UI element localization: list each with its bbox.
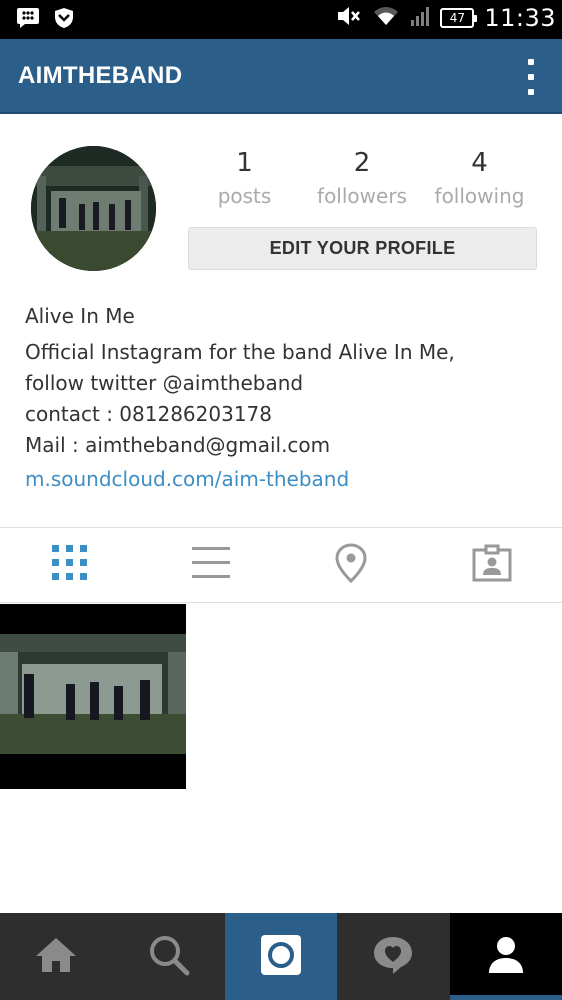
signal-icon — [410, 5, 430, 31]
bottom-navigation — [0, 913, 562, 1000]
bio-line: Official Instagram for the band Alive In… — [25, 340, 455, 364]
profile-stats: 1 posts 2 followers 4 following — [186, 148, 538, 208]
following-stat[interactable]: 4 following — [421, 148, 538, 208]
posts-label: posts — [217, 184, 272, 208]
battery-icon: 47 — [440, 8, 478, 28]
clock: 11:33 — [484, 4, 556, 32]
app-bar: AIMTHEBAND — [0, 39, 562, 114]
bio-line: Mail : aimtheband@gmail.com — [25, 433, 331, 457]
posts-stat[interactable]: 1 posts — [186, 148, 303, 208]
wifi-icon — [372, 5, 400, 31]
nav-explore[interactable] — [112, 913, 224, 1000]
camera-icon — [260, 934, 302, 980]
person-icon — [486, 935, 526, 979]
followers-label: followers — [317, 184, 407, 208]
bio-line: follow twitter @aimtheband — [25, 371, 304, 395]
list-icon — [191, 545, 231, 585]
nav-home[interactable] — [0, 913, 112, 1000]
bio-line: contact : 081286203178 — [25, 402, 272, 426]
website-link[interactable]: m.soundcloud.com/aim-theband — [25, 467, 545, 491]
nav-profile[interactable] — [449, 913, 562, 1000]
following-label: following — [434, 184, 525, 208]
search-icon — [148, 934, 190, 980]
tab-map-view[interactable] — [281, 528, 422, 602]
tab-list-view[interactable] — [141, 528, 282, 602]
location-pin-icon — [334, 543, 368, 587]
tab-grid-view[interactable] — [0, 528, 141, 602]
avatar[interactable] — [31, 146, 156, 271]
nav-camera[interactable] — [224, 913, 338, 1000]
posts-count: 1 — [236, 148, 253, 178]
shield-icon — [54, 7, 74, 33]
page-title: AIMTHEBAND — [18, 62, 183, 89]
home-icon — [34, 935, 78, 979]
photo-thumbnail[interactable] — [0, 604, 186, 789]
status-bar: 47 11:33 — [0, 0, 562, 39]
grid-icon — [51, 544, 89, 586]
followers-stat[interactable]: 2 followers — [304, 148, 421, 208]
tab-tagged-view[interactable] — [422, 528, 562, 602]
view-tabs — [0, 527, 562, 603]
mute-icon — [336, 5, 362, 31]
following-count: 4 — [471, 148, 488, 178]
bbm-icon — [16, 7, 40, 33]
heart-bubble-icon — [371, 934, 415, 980]
nav-activity[interactable] — [337, 913, 449, 1000]
edit-profile-button[interactable]: EDIT YOUR PROFILE — [188, 227, 537, 270]
overflow-menu-icon[interactable] — [526, 59, 536, 95]
profile-bio: Alive In Me Official Instagram for the b… — [25, 304, 545, 491]
profile-name: Alive In Me — [25, 304, 135, 328]
tagged-photos-icon — [472, 544, 512, 586]
followers-count: 2 — [353, 148, 371, 178]
